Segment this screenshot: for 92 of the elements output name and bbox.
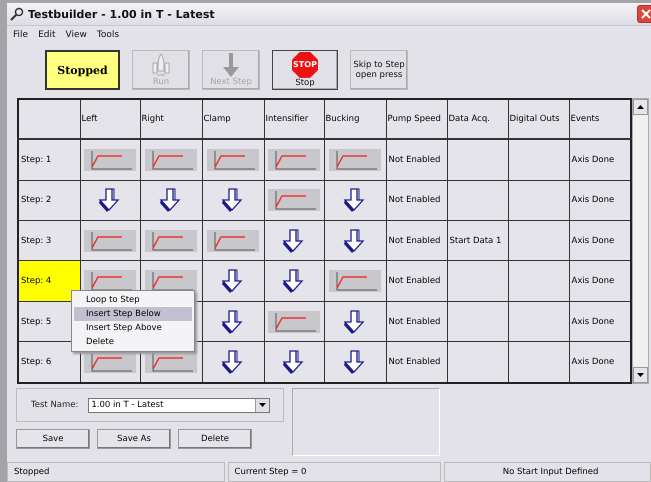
window-title: Testbuilder - 1.00 in T - Latest	[28, 8, 216, 20]
stop-sign-icon: STOP	[292, 52, 318, 78]
stop-button[interactable]: STOP Stop	[272, 50, 338, 90]
magnifier-icon	[10, 7, 24, 21]
table-cell: Not Enabled	[386, 301, 447, 342]
column-header: Data Acq.	[447, 99, 508, 139]
step-cell[interactable]: Step: 2	[18, 180, 80, 220]
up-triangle-icon	[637, 105, 644, 109]
axis-cell[interactable]	[202, 139, 264, 180]
action-button[interactable]: Delete	[178, 429, 252, 449]
table-cell	[447, 180, 508, 220]
axis-cell[interactable]	[324, 139, 386, 180]
menu-item[interactable]: File	[13, 30, 28, 40]
table-cell: Not Enabled	[386, 180, 447, 220]
profile-graph-icon	[268, 148, 320, 171]
axis-cell[interactable]	[264, 301, 324, 342]
column-header: Intensifier	[264, 99, 324, 139]
column-header: Pump Speed	[386, 99, 447, 139]
column-header: Right	[140, 99, 202, 139]
dropdown-caret-icon	[259, 403, 266, 407]
axis-cell[interactable]	[202, 220, 264, 261]
axis-cell[interactable]	[80, 220, 140, 261]
table-cell: Not Enabled	[386, 139, 447, 180]
profile-graph-icon	[84, 270, 136, 292]
axis-cell[interactable]	[202, 301, 264, 342]
column-header: Digital Outs	[508, 99, 569, 139]
axis-cell[interactable]	[264, 260, 324, 302]
table-cell	[508, 139, 569, 180]
axis-cell[interactable]	[202, 260, 264, 302]
axis-cell[interactable]	[324, 301, 386, 342]
axis-cell[interactable]	[324, 220, 386, 261]
axis-cell[interactable]	[140, 139, 202, 180]
menu-item[interactable]: Edit	[38, 30, 56, 40]
table-cell: Start Data 1	[447, 220, 508, 261]
profile-graph-icon	[329, 148, 381, 171]
axis-cell[interactable]	[264, 220, 324, 261]
column-header: Clamp	[202, 99, 264, 139]
profile-graph-icon	[329, 270, 381, 292]
axis-cell[interactable]	[202, 180, 264, 220]
profile-graph-icon	[84, 351, 136, 374]
step-cell[interactable]: Step: 1	[18, 139, 80, 180]
status-indicator: Stopped	[45, 50, 120, 90]
profile-graph-icon	[145, 230, 197, 252]
profile-graph-icon	[207, 230, 259, 252]
profile-graph-icon	[268, 310, 320, 333]
status-bar-cell: Stopped	[7, 462, 225, 482]
axis-cell[interactable]	[324, 180, 386, 220]
action-button[interactable]: Save As	[97, 429, 171, 449]
down-arrow-icon	[222, 52, 240, 77]
profile-graph-icon	[145, 148, 197, 171]
axis-cell[interactable]	[140, 220, 202, 261]
table-cell: Not Enabled	[386, 220, 447, 261]
scrollbar[interactable]	[632, 98, 649, 384]
profile-graph-icon	[145, 351, 197, 374]
close-icon	[641, 9, 651, 19]
menu-item[interactable]: Tools	[96, 30, 120, 40]
profile-graph-icon	[207, 148, 259, 171]
table-cell	[447, 139, 508, 180]
profile-graph-icon	[84, 230, 136, 252]
axis-cell[interactable]	[140, 180, 202, 220]
axis-cell[interactable]	[264, 139, 324, 180]
table-cell: Not Enabled	[386, 342, 447, 383]
column-header: Bucking	[324, 99, 386, 139]
action-button[interactable]: Save	[16, 429, 90, 449]
table-cell	[508, 180, 569, 220]
axis-cell[interactable]	[264, 180, 324, 220]
axis-cell[interactable]	[324, 260, 386, 302]
test-name-dropdown[interactable]: 1.00 in T - Latest	[88, 398, 270, 412]
scroll-up-button[interactable]	[633, 99, 648, 115]
table-cell	[508, 301, 569, 342]
profile-graph-icon	[84, 148, 136, 171]
axis-cell[interactable]	[80, 180, 140, 220]
table-cell	[447, 260, 508, 302]
context-menu-item[interactable]: Insert Step Below	[74, 307, 192, 321]
step-cell[interactable]: Step: 4	[18, 260, 80, 302]
status-bar-cell: Current Step = 0	[228, 462, 442, 482]
skip-to-step-button[interactable]: Skip to Step open press	[350, 50, 408, 90]
profile-graph-icon	[145, 270, 197, 292]
table-cell	[508, 260, 569, 302]
menu-item[interactable]: View	[66, 30, 87, 40]
down-triangle-icon	[637, 373, 644, 377]
close-button[interactable]	[637, 5, 651, 23]
status-bar-cell: No Start Input Defined	[444, 462, 651, 482]
table-cell: Not Enabled	[386, 260, 447, 302]
scroll-down-button[interactable]	[633, 367, 648, 383]
table-cell	[447, 301, 508, 342]
column-header: Left	[80, 99, 140, 139]
test-name-label: Test Name:	[31, 400, 78, 410]
corner-cell	[18, 99, 80, 139]
axis-cell[interactable]	[80, 139, 140, 180]
profile-graph-icon	[268, 189, 320, 212]
table-cell	[508, 220, 569, 261]
